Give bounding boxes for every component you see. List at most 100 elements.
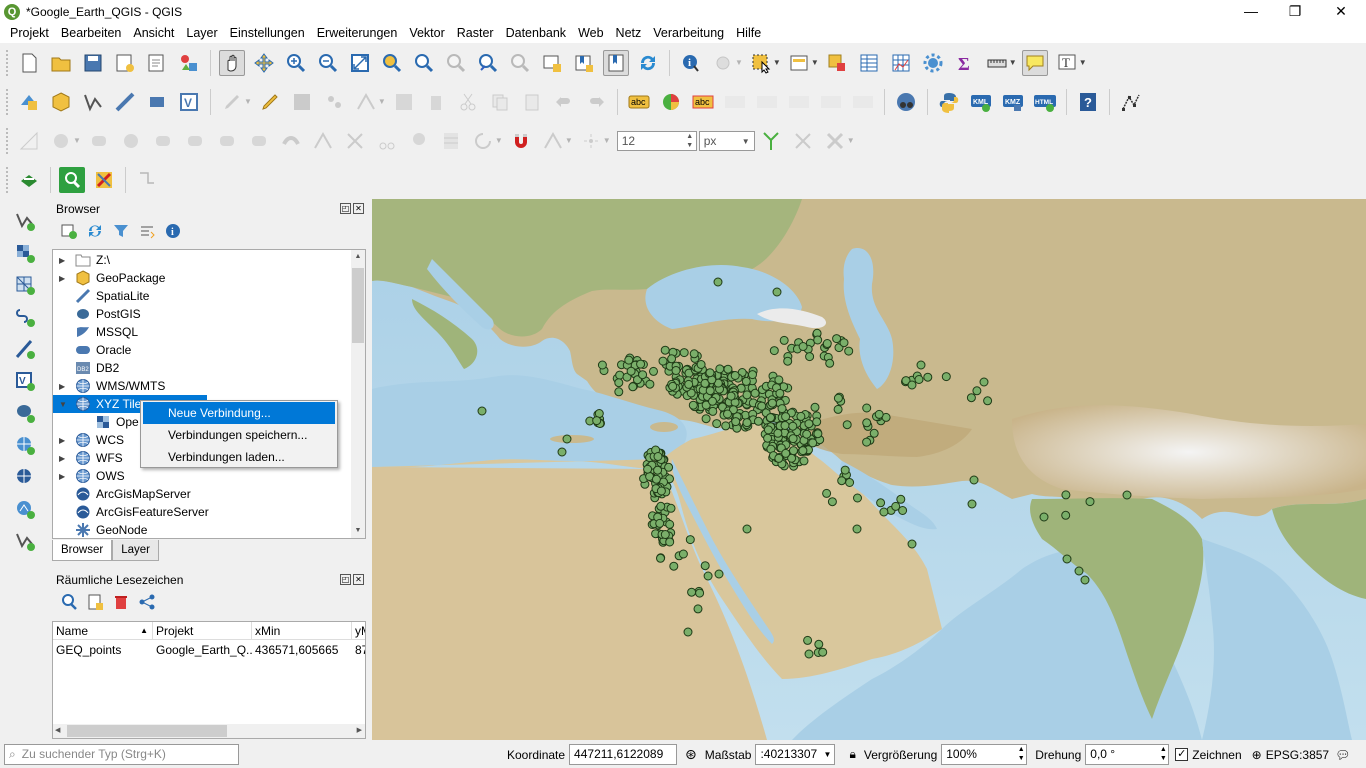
layer-labeling-icon[interactable]: abc — [626, 89, 652, 115]
minimize-button[interactable]: — — [1228, 0, 1274, 23]
add-spatialite-layer-icon[interactable] — [12, 336, 38, 362]
menu-ansicht[interactable]: Ansicht — [127, 26, 180, 40]
run-action-icon[interactable] — [710, 50, 736, 76]
zoom-to-selection-icon[interactable] — [379, 50, 405, 76]
menu-datenbank[interactable]: Datenbank — [500, 26, 572, 40]
column-header-name[interactable]: Name ▲ — [53, 622, 153, 640]
connect-lines-icon[interactable] — [134, 167, 160, 193]
expand-arrow-icon[interactable]: ▶ — [59, 454, 69, 463]
tree-item-postgis[interactable]: PostGIS — [53, 305, 353, 323]
copy-features-icon[interactable] — [487, 89, 513, 115]
plugin-reloader-icon[interactable] — [16, 167, 42, 193]
horizontal-scrollbar[interactable]: ◀ ▶ — [53, 724, 365, 738]
filter-browser-icon[interactable] — [110, 220, 132, 242]
layout-manager-icon[interactable] — [144, 50, 170, 76]
add-wfs-layer-icon[interactable] — [12, 496, 38, 522]
vertical-scrollbar[interactable]: ▲ ▼ — [351, 250, 365, 538]
measure-line-icon[interactable] — [984, 50, 1010, 76]
add-postgis-layer-icon[interactable] — [12, 400, 38, 426]
menu-item-load-connections[interactable]: Verbindungen laden... — [143, 446, 335, 468]
zoom-in-icon[interactable] — [283, 50, 309, 76]
delete-ring-icon[interactable] — [150, 128, 176, 154]
simplify-icon[interactable] — [278, 128, 304, 154]
column-header-projekt[interactable]: Projekt — [153, 622, 252, 640]
statistics-icon[interactable]: Σ — [952, 50, 978, 76]
mouse-coords-icon[interactable]: ⊛ — [685, 746, 697, 763]
layer-diagram-icon[interactable] — [658, 89, 684, 115]
add-ring-icon[interactable] — [48, 128, 74, 154]
export-html-icon[interactable]: HTML — [1032, 89, 1058, 115]
expand-arrow-icon[interactable]: ▶ — [59, 256, 69, 265]
zoom-last-icon[interactable] — [475, 50, 501, 76]
zoom-native-icon[interactable] — [443, 50, 469, 76]
add-wcs-layer-icon[interactable] — [12, 464, 38, 490]
new-vector-layer-icon[interactable] — [12, 528, 38, 554]
select-features-icon[interactable] — [748, 50, 774, 76]
expand-arrow-icon[interactable]: ▶ — [59, 436, 69, 445]
zoom-to-layer-icon[interactable] — [411, 50, 437, 76]
new-shapefile-icon[interactable] — [80, 89, 106, 115]
move-label-icon[interactable] — [786, 89, 812, 115]
tree-item-arcgisfeatureserver[interactable]: ArcGisFeatureServer — [53, 503, 353, 521]
lock-scale-icon[interactable]: 🔒︎ — [849, 747, 855, 762]
save-project-icon[interactable] — [80, 50, 106, 76]
pan-to-selection-icon[interactable] — [251, 50, 277, 76]
refresh-browser-icon[interactable] — [84, 220, 106, 242]
magnifier-field[interactable]: 100% ▲ ▼ — [941, 744, 1028, 765]
map-tips-icon[interactable] — [1021, 49, 1048, 76]
menu-vektor[interactable]: Vektor — [403, 26, 450, 40]
select-by-value-icon[interactable] — [786, 50, 812, 76]
expand-arrow-icon[interactable]: ▶ — [59, 472, 69, 481]
menu-erweiterungen[interactable]: Erweiterungen — [311, 26, 404, 40]
modify-attributes-icon[interactable] — [391, 89, 417, 115]
crs-icon[interactable]: ⊕ — [1252, 748, 1262, 762]
add-feature-icon[interactable] — [321, 89, 347, 115]
tab-browser[interactable]: Browser — [52, 540, 113, 561]
add-wms-layer-icon[interactable] — [12, 432, 38, 458]
refresh-icon[interactable] — [635, 50, 661, 76]
rotate-point-icon[interactable] — [470, 128, 496, 154]
quick-search-icon[interactable] — [59, 166, 85, 193]
messages-icon[interactable]: 💬︎ — [1335, 748, 1350, 762]
tree-item-wms-wmts[interactable]: ▶ WMS/WMTS — [53, 377, 353, 395]
locator-search-input[interactable]: ⌕ Zu suchender Typ (Strg+K) — [4, 744, 239, 765]
menu-verarbeitung[interactable]: Verarbeitung — [647, 26, 730, 40]
menu-hilfe[interactable]: Hilfe — [730, 26, 767, 40]
new-spatialite-icon[interactable] — [112, 89, 138, 115]
close-button[interactable]: ✕ — [1318, 0, 1364, 23]
new-print-layout-icon[interactable] — [112, 50, 138, 76]
menu-web[interactable]: Web — [572, 26, 609, 40]
rotate-symbols-icon[interactable] — [438, 128, 464, 154]
offset-curve-icon[interactable] — [246, 128, 272, 154]
table-cell-ymin[interactable]: 87 — [352, 641, 365, 659]
topology-editing-icon[interactable] — [540, 128, 566, 154]
tree-item-mssql[interactable]: MSSQL — [53, 323, 353, 341]
coordinate-field[interactable]: 447211,6122089 — [569, 744, 678, 765]
change-label-icon[interactable] — [850, 89, 876, 115]
tree-item-spatialite[interactable]: SpatiaLite — [53, 287, 353, 305]
table-cell-xmin[interactable]: 436571,605665 — [252, 641, 352, 659]
tree-item-oracle[interactable]: Oracle — [53, 341, 353, 359]
snapping-tolerance-icon[interactable] — [578, 128, 604, 154]
share-bookmark-icon[interactable] — [136, 591, 158, 613]
vertex-tool-icon[interactable] — [353, 89, 379, 115]
save-edits-icon[interactable] — [289, 89, 315, 115]
menu-projekt[interactable]: Projekt — [4, 26, 55, 40]
open-project-icon[interactable] — [48, 50, 74, 76]
field-calculator-icon[interactable] — [888, 50, 914, 76]
reshape-icon[interactable] — [214, 128, 240, 154]
tree-item-ows[interactable]: ▶ OWS — [53, 467, 353, 485]
close-panel-icon[interactable]: ✕ — [353, 203, 364, 214]
delete-all-icon[interactable] — [790, 128, 816, 154]
add-selected-layers-icon[interactable] — [58, 220, 80, 242]
menu-bearbeiten[interactable]: Bearbeiten — [55, 26, 127, 40]
symbol-size-input[interactable]: 12 ▲ ▼ — [616, 130, 697, 151]
tree-item-geopackage[interactable]: ▶ GeoPackage — [53, 269, 353, 287]
crs-label[interactable]: EPSG:3857 — [1266, 748, 1329, 762]
rotation-field[interactable]: 0,0 ° ▲ ▼ — [1085, 744, 1170, 765]
menu-layer[interactable]: Layer — [180, 26, 223, 40]
python-console-icon[interactable] — [936, 89, 962, 115]
import-kml-icon[interactable]: KML — [968, 89, 994, 115]
add-mesh-layer-icon[interactable] — [12, 272, 38, 298]
new-bookmark-icon[interactable] — [571, 50, 597, 76]
